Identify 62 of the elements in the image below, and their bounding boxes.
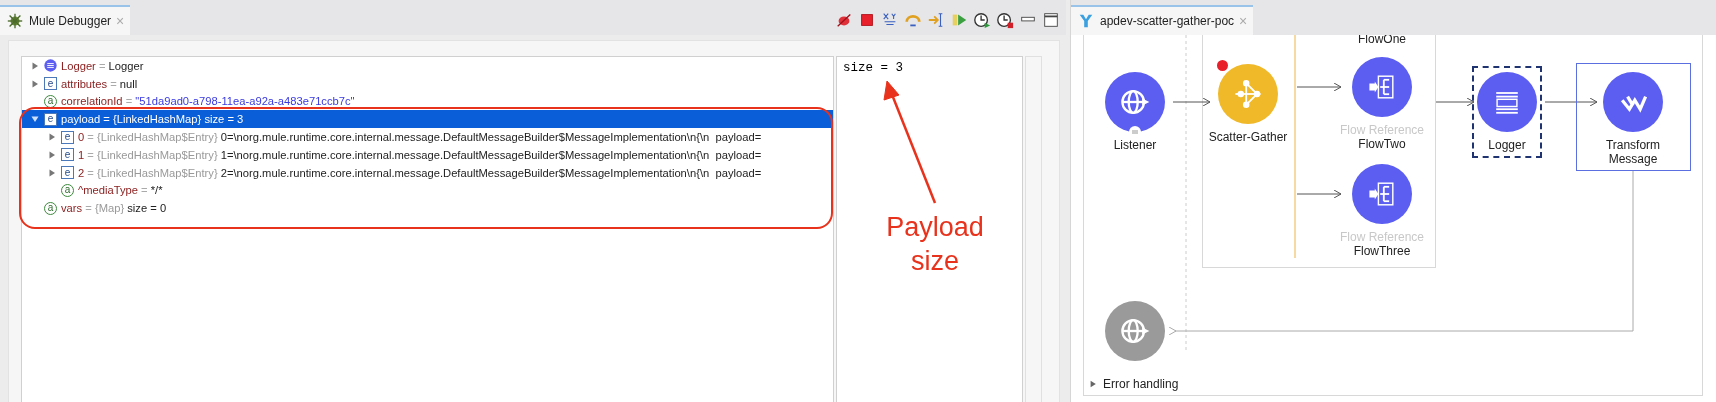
expand-icon[interactable] — [1089, 380, 1097, 388]
tree-row[interactable]: e 1 = {LinkedHashMap$Entry} 1=\norg.mule.runtime.core.internal.message.DefaultMessageBuilder$MessageImplementation\n{\n payload= — [22, 146, 833, 164]
node-label: FlowOne — [1358, 35, 1406, 46]
variable-entry: 0 = {LinkedHashMap$Entry} 0=\norg.mule.runtime.core.internal.message.DefaultMessageBuilder$MessageImplementation\n{\n payload= — [78, 131, 762, 144]
element-icon: e — [61, 166, 74, 180]
node-label: Scatter-Gather — [1208, 130, 1288, 144]
variable-entry: correlationId = "51da9ad0-a798-11ea-a92a-a483e71ccb7c" — [61, 95, 355, 108]
tree-row[interactable]: a vars = {Map} size = 0 — [22, 199, 833, 218]
connector-arrow — [1296, 82, 1342, 92]
disclosure-triangle-icon[interactable] — [30, 78, 40, 89]
tree-row[interactable]: e payload = {LinkedHashMap} size = 3 — [22, 110, 833, 129]
attribute-icon: a — [44, 201, 57, 215]
maximize-icon[interactable] — [1042, 11, 1060, 29]
node-label: FlowTwo — [1358, 137, 1406, 151]
bug-icon — [6, 12, 24, 30]
variable-entry: 1 = {LinkedHashMap$Entry} 1=\norg.mule.runtime.core.internal.message.DefaultMessageBuilder$MessageImplementation\n{\n payload= — [78, 148, 762, 161]
clock-run-icon[interactable] — [973, 11, 991, 29]
node-label: Listener — [1113, 138, 1157, 152]
breakpoint-off-icon[interactable] — [835, 11, 853, 29]
view-tab[interactable]: apdev-scatter-gather-poc × — [1071, 5, 1254, 35]
disclosure-triangle-icon[interactable] — [47, 167, 57, 178]
view-tab[interactable]: Mule Debugger × — [0, 5, 131, 35]
transform-node[interactable]: Transform Message — [1575, 63, 1691, 171]
disclosure-triangle-icon[interactable] — [30, 60, 40, 71]
connector-arrow — [1296, 189, 1342, 199]
attribute-icon: a — [44, 95, 57, 108]
tab-title: apdev-scatter-gather-poc — [1100, 14, 1235, 28]
tree-row[interactable]: a ^mediaType = */* — [22, 181, 833, 200]
tree-row[interactable]: Logger = Logger — [22, 57, 833, 75]
stop-icon[interactable] — [858, 11, 876, 29]
connector-arrow — [1544, 97, 1598, 107]
connector-arrow — [1435, 97, 1475, 107]
variable-entry: vars = {Map} size = 0 — [61, 202, 167, 215]
element-icon: e — [44, 77, 57, 91]
clock-stop-icon[interactable] — [996, 11, 1014, 29]
breakpoint-dot — [1217, 60, 1228, 71]
step-into-icon[interactable] — [927, 11, 945, 29]
element-icon: e — [44, 112, 57, 126]
element-icon: e — [61, 130, 74, 144]
tree-row[interactable]: a correlationId = "51da9ad0-a798-11ea-a92a-a483e71ccb7c" — [22, 92, 833, 111]
tree-row[interactable]: e 0 = {LinkedHashMap$Entry} 0=\norg.mule.runtime.core.internal.message.DefaultMessageBuilder$MessageImplementation\n{\n payload= — [22, 128, 833, 146]
disclosure-triangle-icon[interactable] — [47, 149, 57, 160]
node-label: FlowThree — [1353, 244, 1411, 258]
error-handling-toggle[interactable]: Error handling — [1089, 377, 1179, 391]
variable-entry: Logger = Logger — [61, 59, 144, 72]
element-icon: e — [61, 148, 74, 162]
logger-node[interactable]: Logger — [1472, 66, 1542, 158]
node-label: Transform Message — [1605, 138, 1661, 166]
tree-row[interactable]: e 2 = {LinkedHashMap$Entry} 2=\norg.mule.runtime.core.internal.message.DefaultMessageBuilder$MessageImplementation\n{\n payload= — [22, 163, 833, 182]
disclosure-triangle-icon[interactable] — [47, 132, 57, 143]
annotation-label: Payload size — [885, 211, 985, 278]
attribute-icon: a — [61, 183, 74, 197]
connector-arrow — [1172, 97, 1211, 107]
tab-title: Mule Debugger — [29, 14, 112, 28]
variable-entry: 2 = {LinkedHashMap$Entry} 2=\norg.mule.runtime.core.internal.message.DefaultMessageBuilder$MessageImplementation\n{\n payload= — [78, 166, 762, 179]
app-icon — [1077, 12, 1095, 30]
node-label: Logger — [1488, 138, 1526, 152]
variable-entry: ^mediaType = */* — [78, 184, 163, 197]
logger-icon — [44, 59, 57, 73]
variable-entry: attributes = null — [61, 77, 138, 90]
tree-row[interactable]: e attributes = null — [22, 74, 833, 93]
variable-entry: payload = {LinkedHashMap} size = 3 — [61, 113, 244, 126]
